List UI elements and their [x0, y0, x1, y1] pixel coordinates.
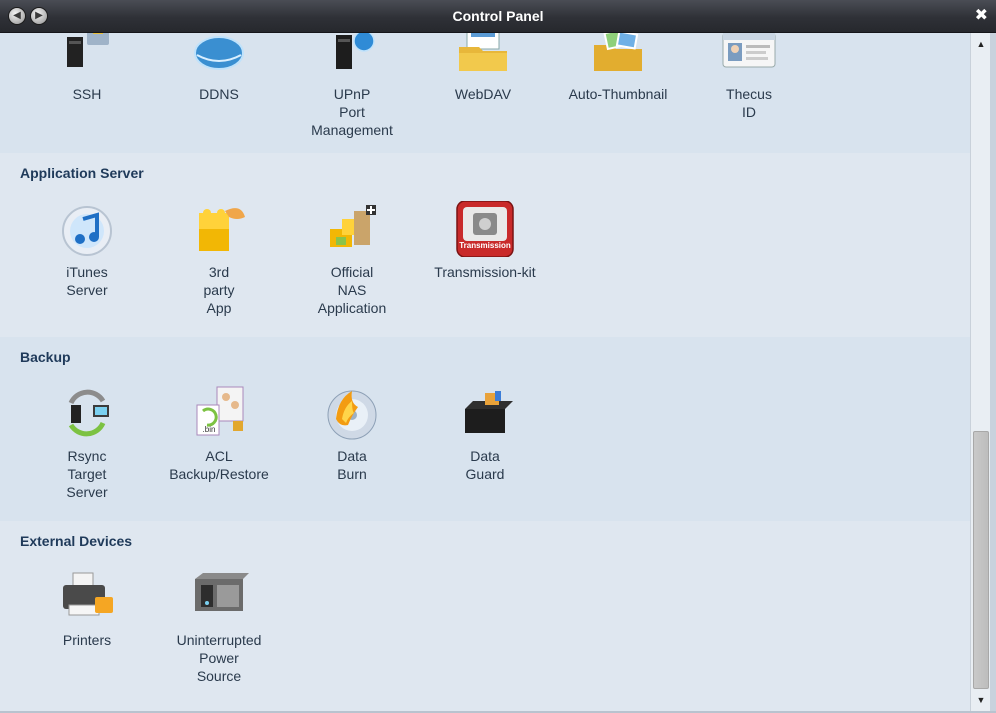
item-label: 3rd party App: [203, 264, 235, 316]
itunes-icon: [57, 201, 117, 257]
transmission-icon: Transmission: [455, 200, 515, 258]
arrow-down-icon: ▼: [976, 695, 986, 705]
arrow-up-icon: ▲: [976, 39, 986, 49]
scrollbar-thumb[interactable]: [973, 431, 989, 689]
thecus-id-item[interactable]: Thecus ID: [684, 33, 814, 121]
item-label: ACL Backup/Restore: [169, 448, 269, 482]
rsync-target-server-item[interactable]: Rsync Target Server: [22, 385, 152, 501]
network-service-section: SSH DDNS UPnP Port Management WebDAV Aut…: [0, 33, 970, 154]
acl-backup-icon: .bin: [189, 385, 249, 441]
upnp-icon: [322, 33, 382, 79]
data-burn-item[interactable]: Data Burn: [287, 385, 417, 483]
ups-icon: [189, 569, 249, 625]
ddns-globe-icon: [189, 33, 249, 79]
item-label: Data Burn: [337, 448, 367, 482]
webdav-folder-icon: [453, 33, 513, 79]
window-title: Control Panel: [452, 8, 544, 24]
item-label: Transmission-kit: [434, 264, 536, 280]
acl-backup-restore-item[interactable]: .bin ACL Backup/Restore: [154, 385, 284, 483]
title-bar: ◀ ▶ Control Panel ✖: [0, 0, 996, 33]
section-title: External Devices: [20, 533, 133, 549]
scroll-down-button[interactable]: ▼: [971, 691, 991, 709]
transmission-kit-item[interactable]: Transmission Transmission-kit: [420, 200, 550, 281]
item-label: WebDAV: [454, 86, 512, 102]
vertical-scrollbar[interactable]: ▲ ▼: [970, 33, 991, 711]
item-label: Data Guard: [465, 448, 505, 482]
backup-section: Backup Rsync Target Server .bin ACL Back…: [0, 337, 970, 522]
webdav-item[interactable]: WebDAV: [418, 33, 548, 103]
printers-item[interactable]: Printers: [22, 569, 152, 649]
printer-icon: [57, 569, 117, 625]
window-right-edge: [990, 33, 996, 713]
ups-item[interactable]: Uninterrupted Power Source: [154, 569, 284, 685]
section-title: Backup: [20, 349, 71, 365]
item-label: iTunes Server: [66, 264, 108, 298]
item-label: UPnP Port Management: [311, 86, 393, 138]
data-guard-icon: [455, 385, 515, 441]
upnp-item[interactable]: UPnP Port Management: [287, 33, 417, 139]
official-nas-app-icon: [322, 201, 382, 257]
scroll-up-button[interactable]: ▲: [971, 35, 991, 53]
control-panel-content: SSH DDNS UPnP Port Management WebDAV Aut…: [0, 33, 970, 711]
itunes-server-item[interactable]: iTunes Server: [22, 201, 152, 299]
external-devices-section: External Devices Printers Uninterrupted …: [0, 521, 970, 711]
item-label: Official NAS Application: [317, 264, 387, 316]
item-label: Printers: [62, 632, 112, 648]
transmission-icon-text: Transmission: [459, 241, 511, 250]
item-label: Auto-Thumbnail: [568, 86, 668, 102]
ddns-item[interactable]: DDNS: [154, 33, 284, 103]
item-label: Uninterrupted Power Source: [176, 632, 262, 684]
third-party-app-icon: [189, 201, 249, 257]
thecus-id-card-icon: [719, 33, 779, 79]
auto-thumbnail-icon: [588, 33, 648, 79]
item-label: Rsync Target Server: [66, 448, 108, 500]
acl-icon-text: .bin: [202, 425, 216, 434]
close-icon: ✖: [974, 7, 988, 24]
close-button[interactable]: ✖: [975, 6, 988, 26]
official-nas-app-item[interactable]: Official NAS Application: [287, 201, 417, 317]
third-party-app-item[interactable]: 3rd party App: [154, 201, 284, 317]
item-label: Thecus ID: [726, 86, 772, 120]
section-title: Application Server: [20, 165, 144, 181]
data-burn-disc-icon: [322, 385, 382, 441]
ssh-item[interactable]: SSH: [22, 33, 152, 103]
auto-thumbnail-item[interactable]: Auto-Thumbnail: [553, 33, 683, 103]
rsync-icon: [57, 385, 117, 441]
ssh-icon: [57, 33, 117, 79]
data-guard-item[interactable]: Data Guard: [420, 385, 550, 483]
item-label: SSH: [72, 86, 102, 102]
item-label: DDNS: [199, 86, 239, 102]
application-server-section: Application Server iTunes Server 3rd par…: [0, 153, 970, 338]
